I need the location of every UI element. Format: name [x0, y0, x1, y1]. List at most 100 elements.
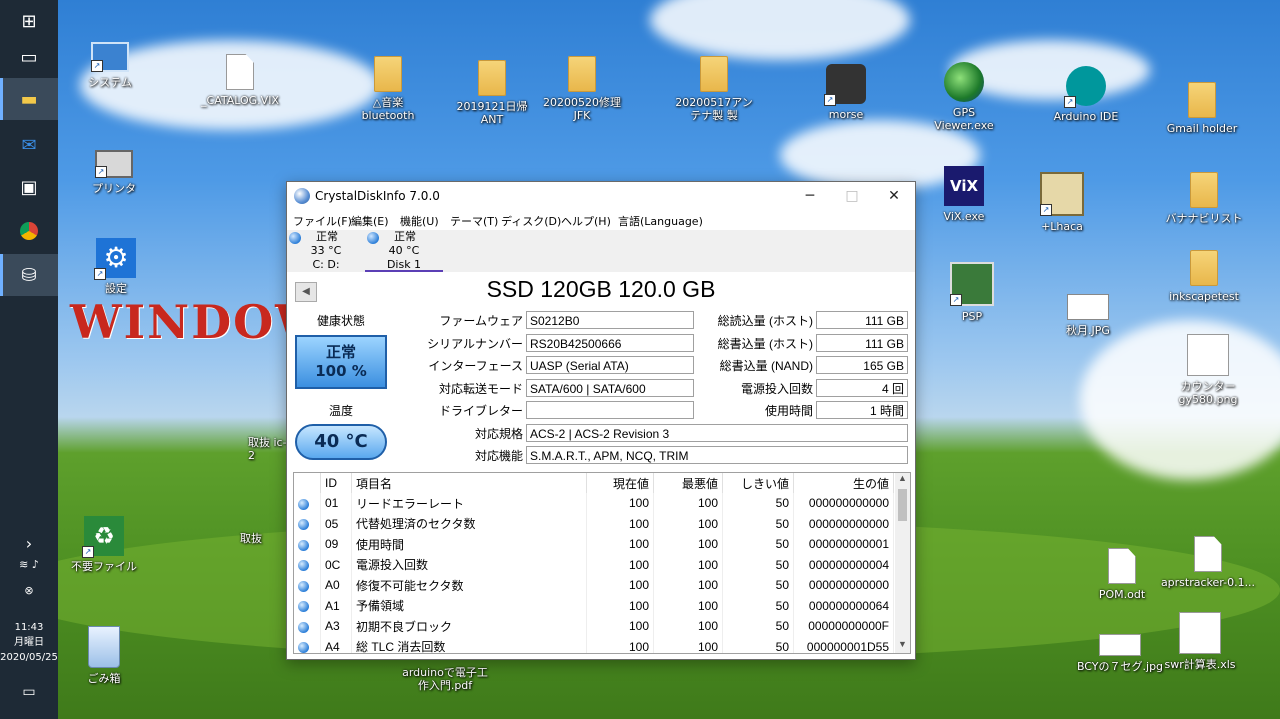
- arduino-icon: ↗: [1064, 66, 1106, 108]
- desktop-icon-inkscape[interactable]: inkscapetest: [1162, 250, 1246, 303]
- row-threshold: 50: [722, 554, 794, 575]
- disk-selector: 正常 33 °C C: D: 正常 40 °C Disk 1: [287, 230, 915, 273]
- smart-row[interactable]: 05 代替処理済のセクタ数 100 100 50 000000000000: [294, 513, 894, 534]
- row-id: A4: [320, 636, 352, 653]
- row-status-dot: [294, 636, 321, 653]
- desktop-icon-trash[interactable]: ごみ箱: [62, 626, 146, 685]
- notification-icon[interactable]: ▭: [0, 684, 58, 700]
- row-attribute-name: リードエラーレート: [351, 493, 587, 514]
- desktop-icon-arduino-pdf[interactable]: arduinoで電子工作入門.pdf: [400, 666, 490, 692]
- serial-label: シリアルナンバー: [427, 337, 523, 351]
- desktop-icon-folder-2019[interactable]: 2019121日帰ANT: [450, 60, 534, 126]
- header-worst[interactable]: 最悪値: [653, 473, 723, 493]
- smart-row[interactable]: A1 予備領域 100 100 50 000000000064: [294, 595, 894, 616]
- row-worst: 100: [653, 534, 723, 555]
- desktop-icon-pom[interactable]: POM.odt: [1080, 548, 1164, 601]
- desktop-icon-folder-20200517[interactable]: 20200517アンテナ製 製: [672, 56, 756, 122]
- crystaldiskinfo-button[interactable]: ⛁: [0, 254, 58, 296]
- desktop-icon-counter[interactable]: カウンター gy580.png: [1166, 334, 1250, 406]
- smart-row[interactable]: A4 総 TLC 消去回数 100 100 50 000000001D55: [294, 636, 894, 653]
- chevron-down-icon[interactable]: ▼: [895, 639, 910, 653]
- power-hours-label: 使用時間: [764, 404, 813, 418]
- temperature-box: 40 °C: [295, 424, 387, 460]
- smart-scrollbar[interactable]: ▲ ▼: [895, 473, 910, 653]
- clock[interactable]: 11:43 月曜日 2020/05/25: [0, 620, 58, 665]
- maximize-icon: □: [845, 188, 859, 204]
- menu-language[interactable]: 言語(Language): [618, 213, 703, 229]
- desktop-icon-morse[interactable]: ↗ morse: [804, 64, 888, 121]
- row-current: 100: [586, 513, 654, 534]
- desktop-icon-recycle-util[interactable]: ♻ ↗ 不要ファイル: [62, 516, 146, 573]
- menu-theme[interactable]: テーマ(T): [450, 213, 498, 229]
- network-volume-icons[interactable]: ≋ ♪: [0, 558, 58, 571]
- title-bar[interactable]: CrystalDiskInfo 7.0.0 ─ □ ✕: [287, 182, 915, 210]
- header-raw[interactable]: 生の値: [793, 473, 894, 493]
- health-status-box: 正常 100 %: [295, 335, 387, 389]
- header-current[interactable]: 現在値: [586, 473, 654, 493]
- smart-attributes-table[interactable]: ID 項目名 現在値 最悪値 しきい値 生の値 01 リードエラーレート 100 10…: [293, 472, 911, 654]
- menu-help[interactable]: ヘルプ(H): [561, 213, 611, 229]
- status-dot-icon: [298, 621, 309, 633]
- desktop-icon-vix[interactable]: ViX ViX.exe: [922, 166, 1006, 223]
- smart-row[interactable]: 09 使用時間 100 100 50 000000000001: [294, 534, 894, 555]
- mail-button[interactable]: ✉: [0, 124, 58, 166]
- menu-function[interactable]: 機能(U): [400, 213, 439, 229]
- desktop-icon-arduino[interactable]: ↗ Arduino IDE: [1044, 66, 1128, 123]
- desktop-icon-catalog[interactable]: _CATALOG.VIX: [198, 54, 282, 107]
- desktop-icon-settings[interactable]: ⚙ ↗ 設定: [74, 238, 158, 295]
- chrome-button[interactable]: [0, 210, 58, 252]
- row-current: 100: [586, 636, 654, 653]
- row-id: A3: [320, 616, 352, 637]
- menu-edit[interactable]: 編集(E): [351, 213, 389, 229]
- menu-disk[interactable]: ディスク(D): [501, 213, 561, 229]
- desktop-icon-gps-viewer[interactable]: GPS Viewer.exe: [922, 62, 1006, 132]
- desktop-icon-partial-2[interactable]: 取抜: [240, 532, 286, 545]
- chevron-up-icon[interactable]: ▲: [895, 473, 910, 487]
- clock-date: 2020/05/25: [0, 652, 58, 663]
- power-hours-value: 1 時間: [816, 401, 908, 419]
- desktop-icon-psp[interactable]: ↗ PSP: [930, 262, 1014, 323]
- explorer-button[interactable]: ▬: [0, 78, 58, 120]
- desktop-icon-partial-1[interactable]: 取抜 ic-2: [248, 436, 288, 462]
- desktop-icon-bluetooth[interactable]: △音楽 bluetooth: [346, 56, 430, 122]
- header-id[interactable]: ID: [320, 473, 352, 493]
- gear-icon: ⚙ ↗: [94, 238, 136, 280]
- smart-row[interactable]: 0C 電源投入回数 100 100 50 000000000004: [294, 554, 894, 575]
- desktop-icon-printer[interactable]: ↗ プリンタ: [72, 142, 156, 195]
- row-threshold: 50: [722, 534, 794, 555]
- host-writes-label: 総書込量 (ホスト): [717, 337, 813, 351]
- window-title: CrystalDiskInfo 7.0.0: [315, 189, 440, 203]
- header-name[interactable]: 項目名: [351, 473, 587, 493]
- app-icon: [294, 188, 310, 204]
- smart-row[interactable]: 01 リードエラーレート 100 100 50 000000000000: [294, 493, 894, 514]
- crystaldiskinfo-window: CrystalDiskInfo 7.0.0 ─ □ ✕ ファイル(F) 編集(E…: [286, 181, 916, 660]
- scrollbar-thumb[interactable]: [898, 489, 907, 521]
- disk-tab-c-d[interactable]: 正常 33 °C C: D:: [287, 230, 365, 272]
- close-circle-icon[interactable]: ⊗: [0, 584, 58, 597]
- photos-button[interactable]: ▣: [0, 166, 58, 208]
- drive-letter-label: ドライブレター: [438, 404, 523, 418]
- minimize-button[interactable]: ─: [787, 182, 833, 210]
- menu-file[interactable]: ファイル(F): [293, 213, 352, 229]
- folder-icon: [1190, 250, 1218, 286]
- disk-tab-disk1[interactable]: 正常 40 °C Disk 1: [365, 230, 443, 272]
- task-view-button[interactable]: ▭: [0, 36, 58, 78]
- desktop-icon-aprs[interactable]: aprstracker-0.1...: [1160, 536, 1256, 589]
- desktop-icon-lhaca[interactable]: ↗ +Lhaca: [1020, 172, 1104, 233]
- desktop-icon-system[interactable]: ↗ システム: [68, 36, 152, 89]
- desktop-icon-swr[interactable]: swr計算表.xls: [1158, 612, 1242, 671]
- desktop-icon-bcy[interactable]: BCYの７セグ.jpg: [1070, 626, 1170, 673]
- chevron-up-icon[interactable]: ›: [0, 534, 58, 553]
- smart-row[interactable]: A0 修復不可能セクタ数 100 100 50 000000000000: [294, 575, 894, 596]
- desktop-icon-akitsuki[interactable]: 秋月.JPG: [1046, 286, 1130, 337]
- desktop-icon-banana[interactable]: バナナビリスト: [1162, 172, 1246, 225]
- header-threshold[interactable]: しきい値: [722, 473, 794, 493]
- task-view-icon: ▭: [20, 46, 38, 68]
- close-button[interactable]: ✕: [871, 182, 917, 210]
- desktop-icon-gmail-holder[interactable]: Gmail holder: [1160, 82, 1244, 135]
- smart-row[interactable]: A3 初期不良ブロック 100 100 50 00000000000F: [294, 616, 894, 637]
- maximize-button[interactable]: □: [829, 182, 875, 210]
- row-threshold: 50: [722, 636, 794, 653]
- desktop-icon-folder-20200520[interactable]: 20200520修理JFK: [540, 56, 624, 122]
- row-current: 100: [586, 595, 654, 616]
